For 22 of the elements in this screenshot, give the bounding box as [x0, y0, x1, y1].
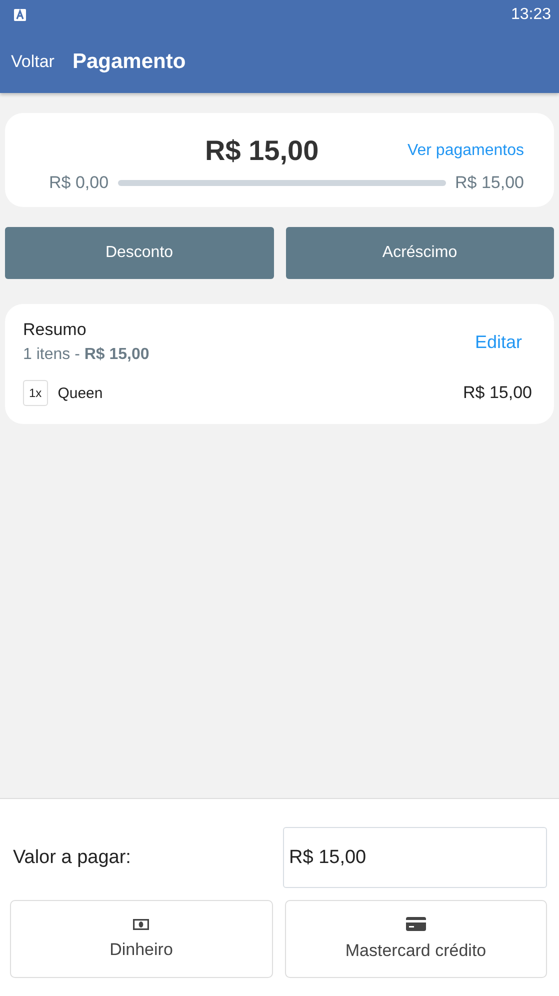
credit-card-icon: [406, 917, 426, 931]
clock: 13:23: [510, 6, 551, 24]
amount-field[interactable]: R$ 15,00: [283, 827, 547, 888]
amount-label: Valor a pagar:: [13, 846, 131, 868]
payment-method-button[interactable]: Dinheiro: [10, 900, 272, 978]
item-price: R$ 15,00: [463, 383, 532, 403]
goal-amount: R$ 15,00: [455, 173, 524, 193]
payment-method-button[interactable]: Mastercard crédito: [284, 900, 547, 978]
banknote-icon: [133, 918, 150, 930]
surcharge-button[interactable]: Acréscimo: [286, 227, 554, 279]
item-name: Queen: [58, 384, 104, 402]
order-title: Resumo: [23, 320, 88, 340]
app-icon: [14, 9, 26, 21]
back-link[interactable]: Voltar: [11, 52, 54, 72]
order-subtitle: 1 itens - R$ 15,00: [23, 346, 150, 364]
quantity-tag: 1x: [23, 380, 48, 406]
discount-button[interactable]: Desconto: [5, 227, 274, 279]
total-amount: R$ 15,00: [205, 135, 319, 167]
edit-link[interactable]: Editar: [474, 332, 522, 352]
paid-amount: R$ 0,00: [49, 173, 109, 193]
view-payments-link[interactable]: Ver pagamentos: [407, 142, 524, 160]
page-title: Pagamento: [72, 50, 186, 74]
